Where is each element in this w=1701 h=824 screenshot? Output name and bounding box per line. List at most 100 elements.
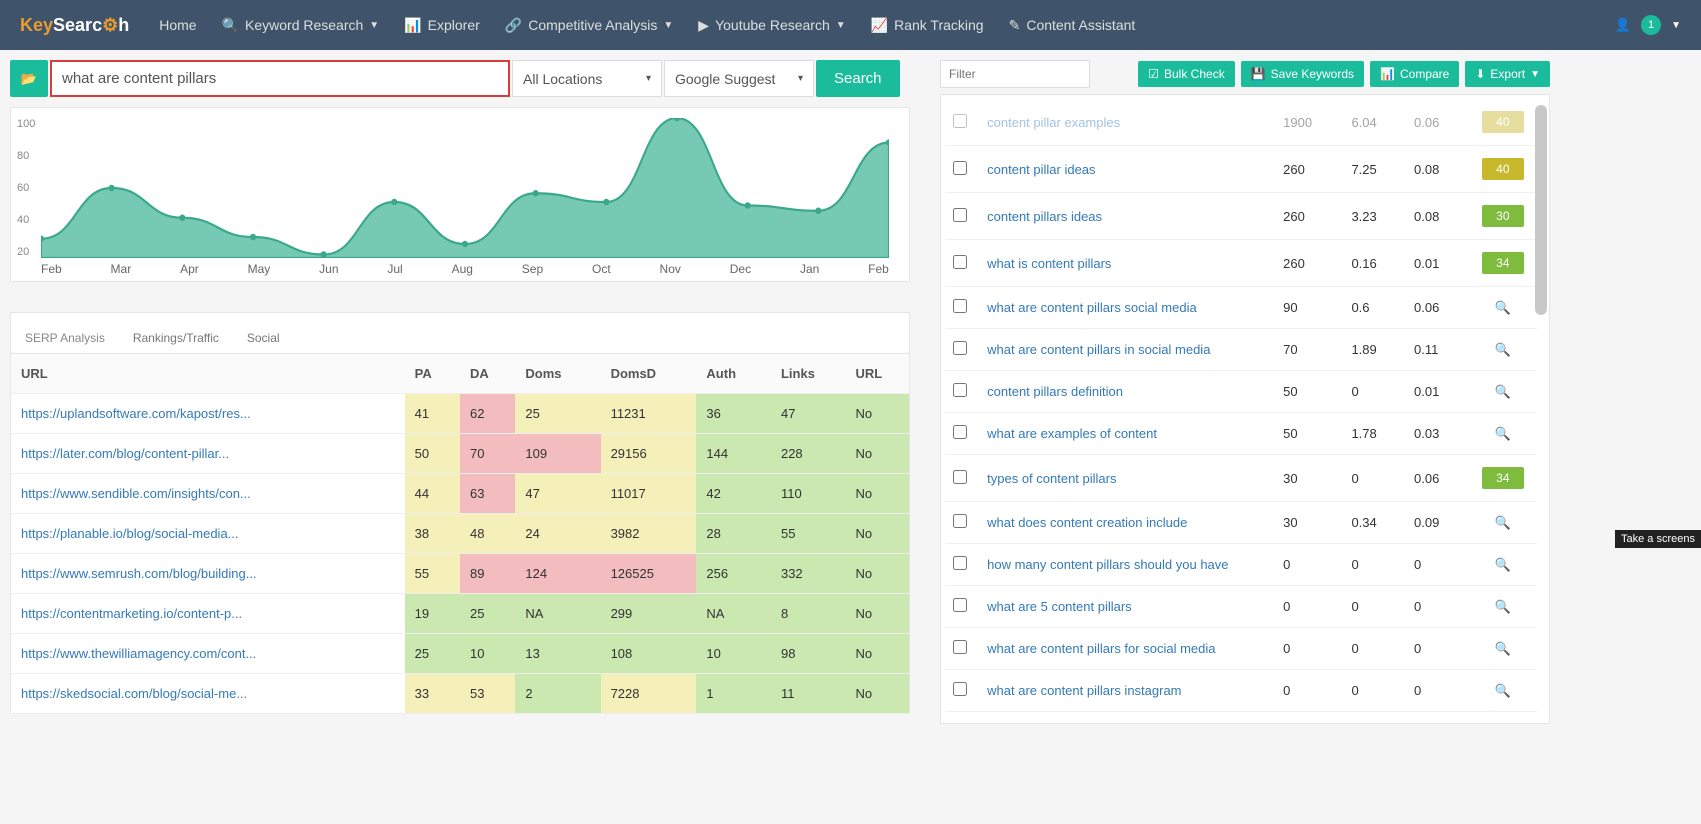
nav-content[interactable]: ✎Content Assistant — [1009, 17, 1136, 34]
search-icon[interactable]: 🔍 — [1495, 557, 1511, 572]
keyword-row: what does content creation include 30 0.… — [945, 502, 1537, 544]
serp-url-link[interactable]: https://planable.io/blog/social-media... — [21, 526, 239, 541]
keyword-link[interactable]: what are examples of content — [987, 426, 1157, 441]
search-icon[interactable]: 🔍 — [1495, 515, 1511, 530]
difficulty-badge: 30 — [1482, 205, 1524, 227]
tab-social[interactable]: Social — [247, 331, 280, 345]
check-icon: ☑ — [1148, 67, 1159, 81]
row-checkbox[interactable] — [953, 161, 967, 175]
serp-tabs: SERP Analysis Rankings/Traffic Social — [10, 312, 910, 353]
keyword-link[interactable]: types of content pillars — [987, 471, 1116, 486]
serp-url-link[interactable]: https://www.semrush.com/blog/building... — [21, 566, 257, 581]
row-checkbox[interactable] — [953, 598, 967, 612]
user-menu-caret[interactable]: ▼ — [1671, 20, 1681, 31]
keyword-link[interactable]: what are content pillars in social media — [987, 342, 1210, 357]
search-icon[interactable]: 🔍 — [1495, 683, 1511, 698]
keyword-link[interactable]: what are content pillars social media — [987, 300, 1197, 315]
col-pa[interactable]: PA — [405, 354, 460, 394]
row-checkbox[interactable] — [953, 470, 967, 484]
nav-youtube[interactable]: ▶Youtube Research▼ — [698, 17, 845, 34]
row-checkbox[interactable] — [953, 556, 967, 570]
filter-input[interactable] — [940, 60, 1090, 88]
search-icon[interactable]: 🔍 — [1495, 300, 1511, 315]
table-row: https://www.sendible.com/insights/con...… — [11, 474, 910, 514]
row-checkbox[interactable] — [953, 114, 967, 128]
col-url[interactable]: URL — [11, 354, 405, 394]
scrollbar[interactable] — [1535, 105, 1547, 315]
keyword-link[interactable]: what are content pillars for social medi… — [987, 641, 1215, 656]
row-checkbox[interactable] — [953, 383, 967, 397]
chevron-down-icon: ▾ — [798, 73, 803, 84]
serp-table: URL PA DA Doms DomsD Auth Links URL http… — [10, 353, 910, 714]
serp-url-link[interactable]: https://skedsocial.com/blog/social-me... — [21, 686, 247, 701]
table-row: https://www.thewilliamagency.com/cont...… — [11, 634, 910, 674]
keyword-link[interactable]: content pillars definition — [987, 384, 1123, 399]
serp-url-link[interactable]: https://contentmarketing.io/content-p... — [21, 606, 242, 621]
rank-icon: 📈 — [871, 17, 888, 34]
chart-y-axis: 10080604020 — [17, 118, 35, 258]
serp-url-link[interactable]: https://www.sendible.com/insights/con... — [21, 486, 251, 501]
row-checkbox[interactable] — [953, 255, 967, 269]
row-checkbox[interactable] — [953, 640, 967, 654]
keyword-row: content pillars definition 50 0 0.01 🔍 — [945, 371, 1537, 413]
nav-rank[interactable]: 📈Rank Tracking — [871, 17, 984, 34]
search-button[interactable]: Search — [816, 60, 900, 97]
keyword-row: what is content pillars 260 0.16 0.01 34 — [945, 240, 1537, 287]
table-row: https://uplandsoftware.com/kapost/res...… — [11, 394, 910, 434]
col-auth[interactable]: Auth — [696, 354, 771, 394]
row-checkbox[interactable] — [953, 682, 967, 696]
keyword-row: content pillar examples 1900 6.04 0.06 4… — [945, 99, 1537, 146]
location-select[interactable]: All Locations▾ — [512, 60, 662, 97]
open-folder-button[interactable]: 📂 — [10, 60, 48, 97]
difficulty-badge: 40 — [1482, 158, 1524, 180]
table-row: https://contentmarketing.io/content-p...… — [11, 594, 910, 634]
row-checkbox[interactable] — [953, 208, 967, 222]
keyword-link[interactable]: how many content pillars should you have — [987, 557, 1228, 572]
row-checkbox[interactable] — [953, 514, 967, 528]
bulk-check-button[interactable]: ☑Bulk Check — [1138, 61, 1234, 87]
logo[interactable]: KeySearc⚙h — [20, 15, 129, 36]
col-doms[interactable]: Doms — [515, 354, 600, 394]
tab-serp[interactable]: SERP Analysis — [25, 331, 105, 345]
export-button[interactable]: ⬇Export▼ — [1465, 61, 1550, 87]
row-checkbox[interactable] — [953, 341, 967, 355]
row-checkbox[interactable] — [953, 425, 967, 439]
serp-url-link[interactable]: https://later.com/blog/content-pillar... — [21, 446, 229, 461]
screenshot-tooltip: Take a screens — [1615, 530, 1701, 548]
col-links[interactable]: Links — [771, 354, 846, 394]
difficulty-badge: 34 — [1482, 467, 1524, 489]
col-da[interactable]: DA — [460, 354, 515, 394]
search-icon[interactable]: 🔍 — [1495, 342, 1511, 357]
keyword-link[interactable]: what are 5 content pillars — [987, 599, 1132, 614]
search-icon[interactable]: 🔍 — [1495, 599, 1511, 614]
search-icon[interactable]: 🔍 — [1495, 426, 1511, 441]
keyword-link[interactable]: content pillar ideas — [987, 162, 1095, 177]
link-icon: 🔗 — [505, 17, 522, 34]
compare-button[interactable]: 📊Compare — [1370, 61, 1459, 87]
keyword-table: content pillar examples 1900 6.04 0.06 4… — [945, 99, 1537, 712]
keyword-link[interactable]: content pillars ideas — [987, 209, 1102, 224]
nav-home[interactable]: Home — [159, 17, 196, 34]
keyword-link[interactable]: what is content pillars — [987, 256, 1111, 271]
video-icon: ▶ — [698, 17, 709, 34]
search-icon[interactable]: 🔍 — [1495, 641, 1511, 656]
nav-explorer[interactable]: 📊Explorer — [404, 17, 480, 34]
serp-url-link[interactable]: https://uplandsoftware.com/kapost/res... — [21, 406, 251, 421]
keyword-link[interactable]: what are content pillars instagram — [987, 683, 1181, 698]
col-domsd[interactable]: DomsD — [601, 354, 697, 394]
notification-badge[interactable]: 1 — [1641, 15, 1661, 35]
save-keywords-button[interactable]: 💾Save Keywords — [1241, 61, 1364, 87]
col-url2[interactable]: URL — [846, 354, 910, 394]
engine-select[interactable]: Google Suggest▾ — [664, 60, 814, 97]
user-icon[interactable]: 👤 — [1615, 17, 1631, 33]
keyword-row: how many content pillars should you have… — [945, 544, 1537, 586]
nav-keyword-research[interactable]: 🔍Keyword Research▼ — [222, 17, 380, 34]
search-icon[interactable]: 🔍 — [1495, 384, 1511, 399]
row-checkbox[interactable] — [953, 299, 967, 313]
keyword-link[interactable]: content pillar examples — [987, 115, 1120, 130]
keyword-link[interactable]: what does content creation include — [987, 515, 1187, 530]
serp-url-link[interactable]: https://www.thewilliamagency.com/cont... — [21, 646, 256, 661]
nav-competitive[interactable]: 🔗Competitive Analysis▼ — [505, 17, 674, 34]
keyword-input[interactable] — [50, 60, 510, 97]
tab-rankings[interactable]: Rankings/Traffic — [133, 331, 219, 345]
